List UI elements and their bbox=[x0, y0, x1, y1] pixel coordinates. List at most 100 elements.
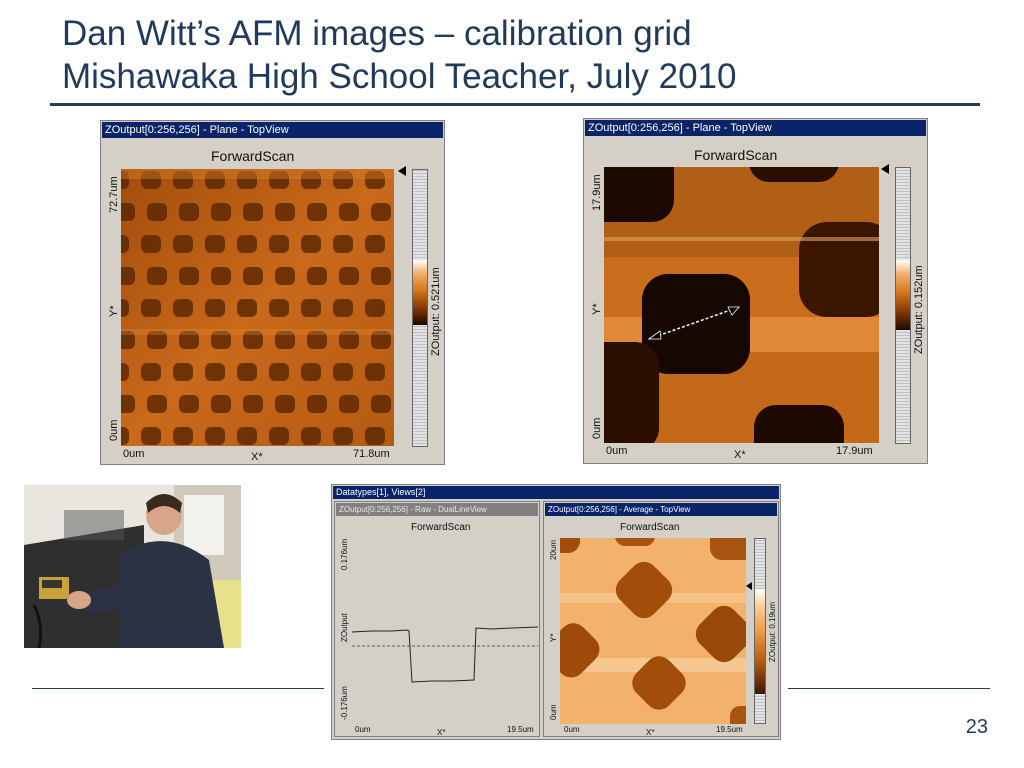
afm-pit bbox=[121, 235, 129, 253]
afm-height-map bbox=[604, 167, 879, 443]
panel-title-bar[interactable]: ZOutput[0:256,256] - Raw - DualLineView bbox=[336, 503, 538, 516]
afm-pit bbox=[147, 203, 167, 221]
afm-pit bbox=[275, 267, 295, 285]
afm-pit bbox=[205, 363, 225, 381]
afm-pit bbox=[173, 363, 193, 381]
afm-pit bbox=[269, 427, 289, 445]
afm-pit bbox=[365, 427, 385, 445]
y-top-label: 17.9um bbox=[591, 174, 603, 211]
title-line-2: Mishawaka High School Teacher, July 2010 bbox=[62, 57, 737, 96]
afm-pit bbox=[147, 267, 167, 285]
y-bottom-label: 0um bbox=[549, 704, 558, 720]
top-view-panel[interactable]: ZOutput[0:256,256] - Average - TopView F… bbox=[543, 501, 779, 737]
afm-pit bbox=[121, 267, 135, 285]
afm-pit bbox=[301, 235, 321, 253]
afm-pit bbox=[269, 299, 289, 317]
y-top-label: 0.176um bbox=[340, 538, 349, 570]
teacher-photo-svg bbox=[24, 485, 241, 648]
afm-pit bbox=[141, 363, 161, 381]
afm-pit bbox=[141, 299, 161, 317]
afm-pit bbox=[141, 235, 161, 253]
scan-label: ForwardScan bbox=[411, 522, 471, 533]
x-left-label: 0um bbox=[355, 725, 371, 734]
afm-pit bbox=[121, 299, 129, 317]
afm-pit bbox=[269, 363, 289, 381]
panel-title-bar[interactable]: ZOutput[0:256,256] - Average - TopView bbox=[545, 503, 777, 516]
afm-pit bbox=[307, 203, 327, 221]
x-right-label: 19.5um bbox=[716, 725, 743, 734]
afm-pit bbox=[333, 299, 353, 317]
afm-pit bbox=[237, 427, 257, 445]
afm-pit bbox=[365, 363, 385, 381]
afm-pit bbox=[121, 363, 129, 381]
afm-height-map-svg bbox=[121, 169, 394, 446]
afm-pit bbox=[141, 427, 161, 445]
y-bottom-label: -0.176um bbox=[340, 686, 349, 720]
afm-pit bbox=[243, 203, 263, 221]
afm-window-right[interactable]: ZOutput[0:256,256] - Plane - TopView For… bbox=[583, 118, 928, 464]
afm-height-map bbox=[121, 169, 394, 446]
slide: Dan Witt’s AFM images – calibration grid… bbox=[0, 0, 1024, 768]
y-axis-label: ZOutput bbox=[340, 613, 349, 642]
scan-marker[interactable] bbox=[746, 582, 752, 590]
scan-marker[interactable] bbox=[881, 164, 889, 174]
z-scale-bar bbox=[754, 538, 766, 724]
afm-pit bbox=[307, 395, 327, 413]
scan-label: ForwardScan bbox=[694, 147, 778, 163]
x-left-label: 0um bbox=[564, 725, 580, 734]
afm-pit bbox=[147, 395, 167, 413]
dual-view-window[interactable]: Datatypes[1], Views[2] ZOutput[0:256,256… bbox=[331, 484, 781, 740]
z-scale-label: ZOutput: 0.152um bbox=[913, 265, 925, 354]
x-axis-label: X* bbox=[437, 728, 446, 737]
afm-pit bbox=[237, 235, 257, 253]
afm-pit bbox=[237, 299, 257, 317]
x-left-label: 0um bbox=[123, 448, 145, 460]
y-bottom-label: 0um bbox=[591, 417, 603, 439]
afm-window-left[interactable]: ZOutput[0:256,256] - Plane - TopView For… bbox=[100, 120, 445, 465]
z-scale-bar bbox=[895, 167, 911, 444]
x-right-label: 19.5um bbox=[507, 725, 534, 734]
afm-pit bbox=[205, 427, 225, 445]
afm-pit bbox=[339, 267, 359, 285]
line-profile-svg bbox=[351, 626, 539, 683]
footer-rule-left bbox=[32, 688, 324, 689]
afm-pit bbox=[121, 203, 135, 221]
y-top-label: 72.7um bbox=[108, 176, 120, 213]
afm-pit bbox=[339, 395, 359, 413]
afm-pit bbox=[121, 427, 129, 445]
x-axis-label: X* bbox=[734, 449, 746, 461]
line-view-panel[interactable]: ZOutput[0:256,256] - Raw - DualLineView … bbox=[334, 501, 540, 737]
z-scale-label: ZOutput: 0.19um bbox=[768, 601, 777, 662]
title-underline bbox=[50, 103, 980, 106]
scan-label: ForwardScan bbox=[620, 522, 680, 533]
afm-pit bbox=[243, 395, 263, 413]
afm-pit bbox=[301, 299, 321, 317]
window-title-bar[interactable]: Datatypes[1], Views[2] bbox=[333, 486, 779, 499]
window-title-bar[interactable]: ZOutput[0:256,256] - Plane - TopView bbox=[102, 122, 443, 138]
footer-rule-right bbox=[788, 688, 990, 689]
afm-height-map-svg bbox=[604, 167, 879, 443]
y-axis-label: Y* bbox=[549, 633, 558, 642]
x-right-label: 71.8um bbox=[353, 448, 390, 460]
afm-pit bbox=[243, 267, 263, 285]
x-axis-label: X* bbox=[646, 728, 655, 737]
x-axis-label: X* bbox=[251, 451, 263, 463]
afm-pit bbox=[179, 395, 199, 413]
y-top-label: 20um bbox=[549, 539, 558, 560]
y-bottom-label: 0um bbox=[108, 419, 120, 441]
afm-pit bbox=[339, 203, 359, 221]
scan-marker[interactable] bbox=[398, 166, 406, 176]
x-right-label: 17.9um bbox=[836, 445, 873, 457]
x-left-label: 0um bbox=[606, 445, 628, 457]
y-axis-label: Y* bbox=[108, 305, 120, 317]
afm-pit bbox=[365, 299, 385, 317]
z-scale-label: ZOutput: 0.521um bbox=[430, 267, 442, 356]
afm-pit bbox=[179, 267, 199, 285]
afm-height-map bbox=[560, 538, 746, 724]
afm-pit bbox=[333, 235, 353, 253]
window-title-bar[interactable]: ZOutput[0:256,256] - Plane - TopView bbox=[585, 120, 926, 136]
afm-pit bbox=[333, 363, 353, 381]
page-number: 23 bbox=[965, 716, 988, 738]
teacher-photo bbox=[24, 485, 241, 648]
afm-pit bbox=[275, 395, 295, 413]
